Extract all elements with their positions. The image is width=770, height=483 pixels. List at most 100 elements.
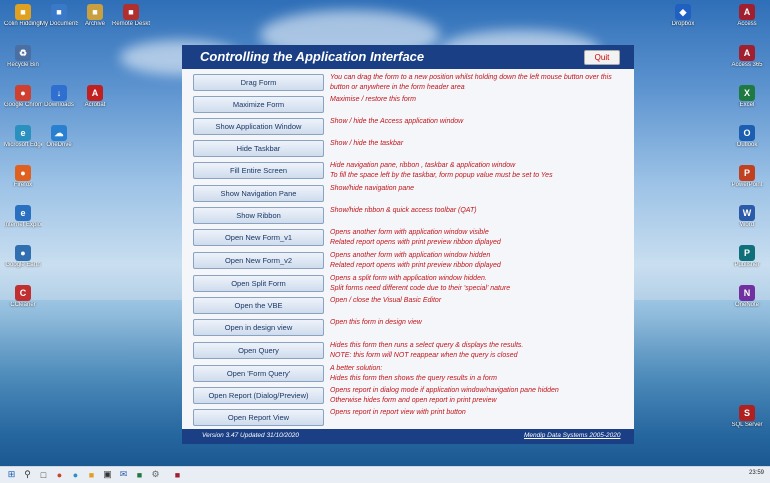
archive-icon: ■ xyxy=(87,4,103,20)
option-row: Open New Form_v1 Opens another form with … xyxy=(182,228,634,248)
powerpoint-icon: P xyxy=(739,165,755,181)
option-row: Fill Entire Screen Hide navigation pane, … xyxy=(182,161,634,181)
desktop-icon[interactable]: P PowerPoint xyxy=(728,165,766,189)
desktop-icon[interactable]: ● Google Earth xyxy=(4,245,42,269)
fill-entire-screen-button[interactable]: Fill Entire Screen xyxy=(193,162,324,179)
option-row: Open New Form_v2 Opens another form with … xyxy=(182,251,634,271)
start-icon[interactable]: ⊞ xyxy=(6,469,17,480)
desktop-icon[interactable]: O Outlook xyxy=(728,125,766,149)
desktop-icon[interactable]: P Publisher xyxy=(728,245,766,269)
file-explorer-icon[interactable]: ■ xyxy=(86,469,97,480)
option-description: You can drag the form to a new position … xyxy=(330,74,612,91)
open-query-button[interactable]: Open Query xyxy=(193,342,324,359)
option-row: Show Application Window Show / hide the A… xyxy=(182,117,634,137)
option-row: Open in design view Open this form in des… xyxy=(182,318,634,338)
desktop-icon[interactable]: S SQL Server xyxy=(728,405,766,429)
option-description: Opens report in dialog mode if applicati… xyxy=(330,387,559,404)
outlook-icon: O xyxy=(739,125,755,141)
desktop-icon[interactable]: ☁ OneDrive xyxy=(40,125,78,149)
version-label: Version 3.47 Updated 31/10/2020 xyxy=(202,432,299,439)
option-description: Opens another form with application wind… xyxy=(330,252,501,269)
option-row: Maximize Form Maximise / restore this for… xyxy=(182,95,634,115)
desktop-icon[interactable]: ■Colin Riddington xyxy=(4,4,42,28)
option-description: Show / hide the Access application windo… xyxy=(330,118,464,125)
option-description: Open / close the Visual Basic Editor xyxy=(330,297,442,304)
desktop-icon[interactable]: ♻ Recycle Bin xyxy=(4,45,42,69)
firefox-icon: ● xyxy=(15,165,31,181)
open-design-view-button[interactable]: Open in design view xyxy=(193,319,324,336)
open-report-dialog-button[interactable]: Open Report (Dialog/Preview) xyxy=(193,387,324,404)
word-icon: W xyxy=(739,205,755,221)
chrome-icon[interactable]: ● xyxy=(54,469,65,480)
maximize-form-button[interactable]: Maximize Form xyxy=(193,96,324,113)
google-earth-icon: ● xyxy=(15,245,31,261)
open-vbe-button[interactable]: Open the VBE xyxy=(193,297,324,314)
store-icon[interactable]: ▣ xyxy=(102,469,113,480)
quit-button[interactable]: Quit xyxy=(584,50,620,65)
option-row: Open Report (Dialog/Preview) Opens report… xyxy=(182,386,634,406)
desktop-icon[interactable]: W Word xyxy=(728,205,766,229)
open-report-view-button[interactable]: Open Report View xyxy=(193,409,324,426)
option-description: Hides this form then runs a select query… xyxy=(330,342,524,359)
dropbox-icon: ◆ xyxy=(675,4,691,20)
option-description: Open this form in design view xyxy=(330,319,422,326)
settings-icon[interactable]: ⚙ xyxy=(150,469,161,480)
recycle-bin-icon: ♻ xyxy=(15,45,31,61)
search-icon[interactable]: ⚲ xyxy=(22,469,33,480)
desktop-icon[interactable]: X Excel xyxy=(728,85,766,109)
control-form-window: Controlling the Application Interface Qu… xyxy=(182,45,634,444)
desktop-icon[interactable]: C CCleaner xyxy=(4,285,42,309)
option-row: Drag Form You can drag the form to a new … xyxy=(182,73,634,93)
acrobat-icon: A xyxy=(87,85,103,101)
desktop-icon[interactable]: eInternet Explorer xyxy=(4,205,42,229)
copyright-link[interactable]: Mendip Data Systems 2005-2020 xyxy=(524,432,620,439)
internet-explorer-icon: e xyxy=(15,205,31,221)
system-tray-clock[interactable]: 23:59 xyxy=(749,470,764,476)
desktop-icon[interactable]: ●Google Chrome xyxy=(4,85,42,109)
edge-icon[interactable]: ● xyxy=(70,469,81,480)
desktop-icon[interactable]: A Acrobat xyxy=(76,85,114,109)
desktop-icon[interactable]: N OneNote xyxy=(728,285,766,309)
onedrive-icon: ☁ xyxy=(51,125,67,141)
show-ribbon-button[interactable]: Show Ribbon xyxy=(193,207,324,224)
desktop-icon[interactable]: ◆ Dropbox xyxy=(664,4,702,28)
show-navigation-pane-button[interactable]: Show Navigation Pane xyxy=(193,185,324,202)
access-icon: A xyxy=(739,4,755,20)
drag-form-button[interactable]: Drag Form xyxy=(193,74,324,91)
option-row: Open Query Hides this form then runs a se… xyxy=(182,341,634,361)
remote-desktop-icon: ■ xyxy=(123,4,139,20)
open-new-form-v1-button[interactable]: Open New Form_v1 xyxy=(193,229,324,246)
option-row: Open Split Form Opens a split form with a… xyxy=(182,274,634,294)
show-application-window-button[interactable]: Show Application Window xyxy=(193,118,324,135)
excel-icon: X xyxy=(739,85,755,101)
desktop-icon[interactable]: A Access 365 xyxy=(728,45,766,69)
option-description: Maximise / restore this form xyxy=(330,96,416,103)
open-new-form-v2-button[interactable]: Open New Form_v2 xyxy=(193,252,324,269)
option-row: Open the VBE Open / close the Visual Basi… xyxy=(182,296,634,316)
desktop-icon[interactable]: A Access xyxy=(728,4,766,28)
option-row: Open 'Form Query' A better solution: Hide… xyxy=(182,364,634,384)
option-row: Open Report View Opens report in report v… xyxy=(182,408,634,428)
form-body: Drag Form You can drag the form to a new … xyxy=(182,69,634,429)
mail-icon[interactable]: ✉ xyxy=(118,469,129,480)
access-icon[interactable]: ■ xyxy=(172,469,183,480)
form-header[interactable]: Controlling the Application Interface Qu… xyxy=(182,45,634,69)
open-form-query-button[interactable]: Open 'Form Query' xyxy=(193,365,324,382)
chrome-icon: ● xyxy=(15,85,31,101)
desktop-icon[interactable]: ↓ Downloads xyxy=(40,85,78,109)
desktop-icon[interactable]: ● Firefox xyxy=(4,165,42,189)
desktop-icon[interactable]: ■ My Documents xyxy=(40,4,78,28)
desktop-icon[interactable]: e Microsoft Edge xyxy=(4,125,42,149)
open-split-form-button[interactable]: Open Split Form xyxy=(193,275,324,292)
desktop-icon[interactable]: ■ Archive xyxy=(76,4,114,28)
documents-icon: ■ xyxy=(51,4,67,20)
task-view-icon[interactable]: □ xyxy=(38,469,49,480)
hide-taskbar-button[interactable]: Hide Taskbar xyxy=(193,140,324,157)
desktop-icon[interactable]: ■Remote Desktop xyxy=(112,4,150,28)
excel-icon[interactable]: ■ xyxy=(134,469,145,480)
access-icon: A xyxy=(739,45,755,61)
form-footer: Version 3.47 Updated 31/10/2020 Mendip D… xyxy=(182,429,634,444)
downloads-icon: ↓ xyxy=(51,85,67,101)
option-description: Hide navigation pane, ribbon , taskbar &… xyxy=(330,162,553,179)
option-row: Show Ribbon Show/hide ribbon & quick acce… xyxy=(182,206,634,226)
